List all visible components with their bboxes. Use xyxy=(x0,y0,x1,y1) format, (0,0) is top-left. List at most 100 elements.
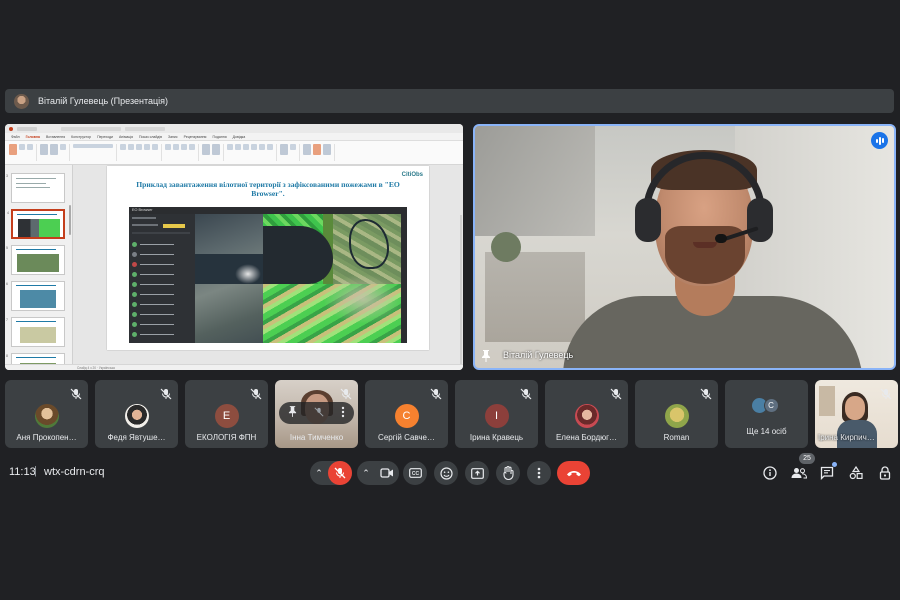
mic-off-icon xyxy=(880,388,892,400)
presentation-title: Віталій Гулевець (Презентація) xyxy=(38,96,168,106)
leave-call-button[interactable] xyxy=(557,461,590,485)
ribbon-tab: Анімація xyxy=(118,134,134,139)
ppt-workspace: 3 4 5 6 7 8 CitiObs Приклад завантаження… xyxy=(5,165,463,370)
eo-map-tools xyxy=(401,214,407,343)
avatar xyxy=(574,404,599,428)
more-options-icon[interactable] xyxy=(341,406,345,421)
eo-map-false-color xyxy=(263,214,401,343)
mic-off-icon xyxy=(70,388,82,400)
mic-off-icon xyxy=(340,388,352,400)
slide-canvas: CitiObs Приклад завантаження вілотної те… xyxy=(73,165,463,365)
thumbnail-scrollbar[interactable] xyxy=(69,205,71,235)
avatar xyxy=(664,404,689,428)
camera-control[interactable]: ⌃ xyxy=(357,461,399,485)
tile-hover-controls xyxy=(279,402,354,424)
meeting-details-button[interactable] xyxy=(760,463,780,483)
presentation-banner: Віталій Гулевець (Презентація) xyxy=(5,89,894,113)
participant-tile[interactable]: Федя Явтуше… xyxy=(95,380,178,448)
speaking-indicator-icon xyxy=(871,132,888,149)
pin-icon[interactable] xyxy=(288,406,297,420)
participant-tile[interactable]: Елена Бордюг… xyxy=(545,380,628,448)
main-speaker-tile[interactable]: Віталій Гулевець xyxy=(473,124,896,370)
people-button[interactable] xyxy=(789,463,809,483)
eo-browser-screenshot: EO Browser xyxy=(129,207,407,343)
current-slide: CitiObs Приклад завантаження вілотної те… xyxy=(107,166,429,350)
participant-tile[interactable]: С Сергій Савче… xyxy=(365,380,448,448)
activities-button[interactable] xyxy=(846,463,866,483)
participant-name: Інна Тимченко xyxy=(289,433,344,442)
participant-name: ЕКОЛОГІЯ ФПН xyxy=(196,433,257,442)
participant-tile[interactable]: Ірина Кирпич… xyxy=(815,380,898,448)
participant-tile[interactable]: Аня Прокопен… xyxy=(5,380,88,448)
hang-up-icon xyxy=(566,471,581,477)
mic-control[interactable]: ⌃ xyxy=(310,461,352,485)
slide-thumbnail[interactable]: 5 xyxy=(6,245,65,275)
info-icon xyxy=(763,466,777,480)
separator: | xyxy=(34,465,37,477)
chevron-up-icon[interactable]: ⌃ xyxy=(310,468,328,479)
chevron-up-icon[interactable]: ⌃ xyxy=(357,468,375,479)
participant-tile[interactable]: Е ЕКОЛОГІЯ ФПН xyxy=(185,380,268,448)
slide-thumbnail[interactable]: 7 xyxy=(6,317,65,347)
avatar xyxy=(124,404,149,428)
ribbon-tab: Головна xyxy=(25,134,40,139)
mute-participant-icon[interactable] xyxy=(314,406,324,420)
ribbon-tab: Показ слайдів xyxy=(139,134,162,139)
participant-tile[interactable]: І Ірина Кравець xyxy=(455,380,538,448)
pin-icon[interactable] xyxy=(481,350,491,362)
eo-sidebar xyxy=(129,214,195,343)
raise-hand-icon xyxy=(503,466,514,480)
participant-name: Аня Прокопен… xyxy=(16,433,77,442)
ribbon-tab: Довідка xyxy=(232,134,246,139)
emoji-icon xyxy=(439,466,453,480)
avatar: С xyxy=(394,404,419,428)
mic-off-icon xyxy=(430,388,442,400)
chat-icon xyxy=(820,466,834,480)
chat-notification-dot xyxy=(832,462,837,467)
mic-off-icon xyxy=(700,388,712,400)
main-speaker-name: Віталій Гулевець xyxy=(503,350,574,360)
participant-name: Ірина Кирпич… xyxy=(818,433,875,442)
raise-hand-button[interactable] xyxy=(496,461,520,485)
powerpoint-icon xyxy=(9,126,13,131)
host-controls-button[interactable] xyxy=(875,463,895,483)
stacked-avatars: C xyxy=(751,398,782,414)
ribbon-tab: Файл xyxy=(11,134,20,139)
slide-thumbnail-selected[interactable]: 4 xyxy=(7,209,65,239)
avatar xyxy=(34,404,59,428)
participant-tile[interactable]: Інна Тимченко xyxy=(275,380,358,448)
ribbon-tab: Вставлення xyxy=(46,134,66,139)
mic-off-icon xyxy=(520,388,532,400)
shared-screen[interactable]: Файл Головна Вставлення Конструктор Пере… xyxy=(5,124,463,370)
camera-button[interactable] xyxy=(375,461,399,485)
ppt-titlebar xyxy=(5,124,463,133)
people-icon xyxy=(791,468,807,479)
more-participants-label: Ще 14 осіб xyxy=(746,427,787,436)
ppt-status-bar: Слайд 4 з 20 · Українська xyxy=(5,364,463,370)
participant-tile[interactable]: Roman xyxy=(635,380,718,448)
present-button[interactable] xyxy=(465,461,489,485)
avatar: Е xyxy=(214,404,239,428)
reactions-button[interactable] xyxy=(434,461,458,485)
mic-off-button[interactable] xyxy=(328,461,352,485)
slide-scrollbar[interactable] xyxy=(460,215,462,365)
more-options-button[interactable] xyxy=(527,461,551,485)
ribbon-tab: Рецензування xyxy=(183,134,207,139)
eo-header: EO Browser xyxy=(132,208,153,212)
slide-thumbnail[interactable]: 3 xyxy=(6,173,65,203)
captions-button[interactable]: CC xyxy=(403,461,427,485)
participant-name: Сергій Савче… xyxy=(378,433,435,442)
camera-icon xyxy=(380,468,393,478)
svg-text:CC: CC xyxy=(411,471,419,477)
ribbon-tab: Запис xyxy=(167,134,178,139)
more-participants-tile[interactable]: C Ще 14 осіб xyxy=(725,380,808,448)
slide-thumbnail[interactable]: 6 xyxy=(6,281,65,311)
ribbon-tabs: Файл Головна Вставлення Конструктор Пере… xyxy=(5,133,463,141)
ribbon-tab: Подання xyxy=(212,134,227,139)
eo-map-true-color xyxy=(195,214,263,343)
ribbon-toolbar xyxy=(5,141,463,165)
clock: 11:13 xyxy=(9,466,36,478)
mic-off-icon xyxy=(334,467,346,479)
participant-name: Roman xyxy=(663,433,690,442)
participant-name: Елена Бордюг… xyxy=(555,433,618,442)
